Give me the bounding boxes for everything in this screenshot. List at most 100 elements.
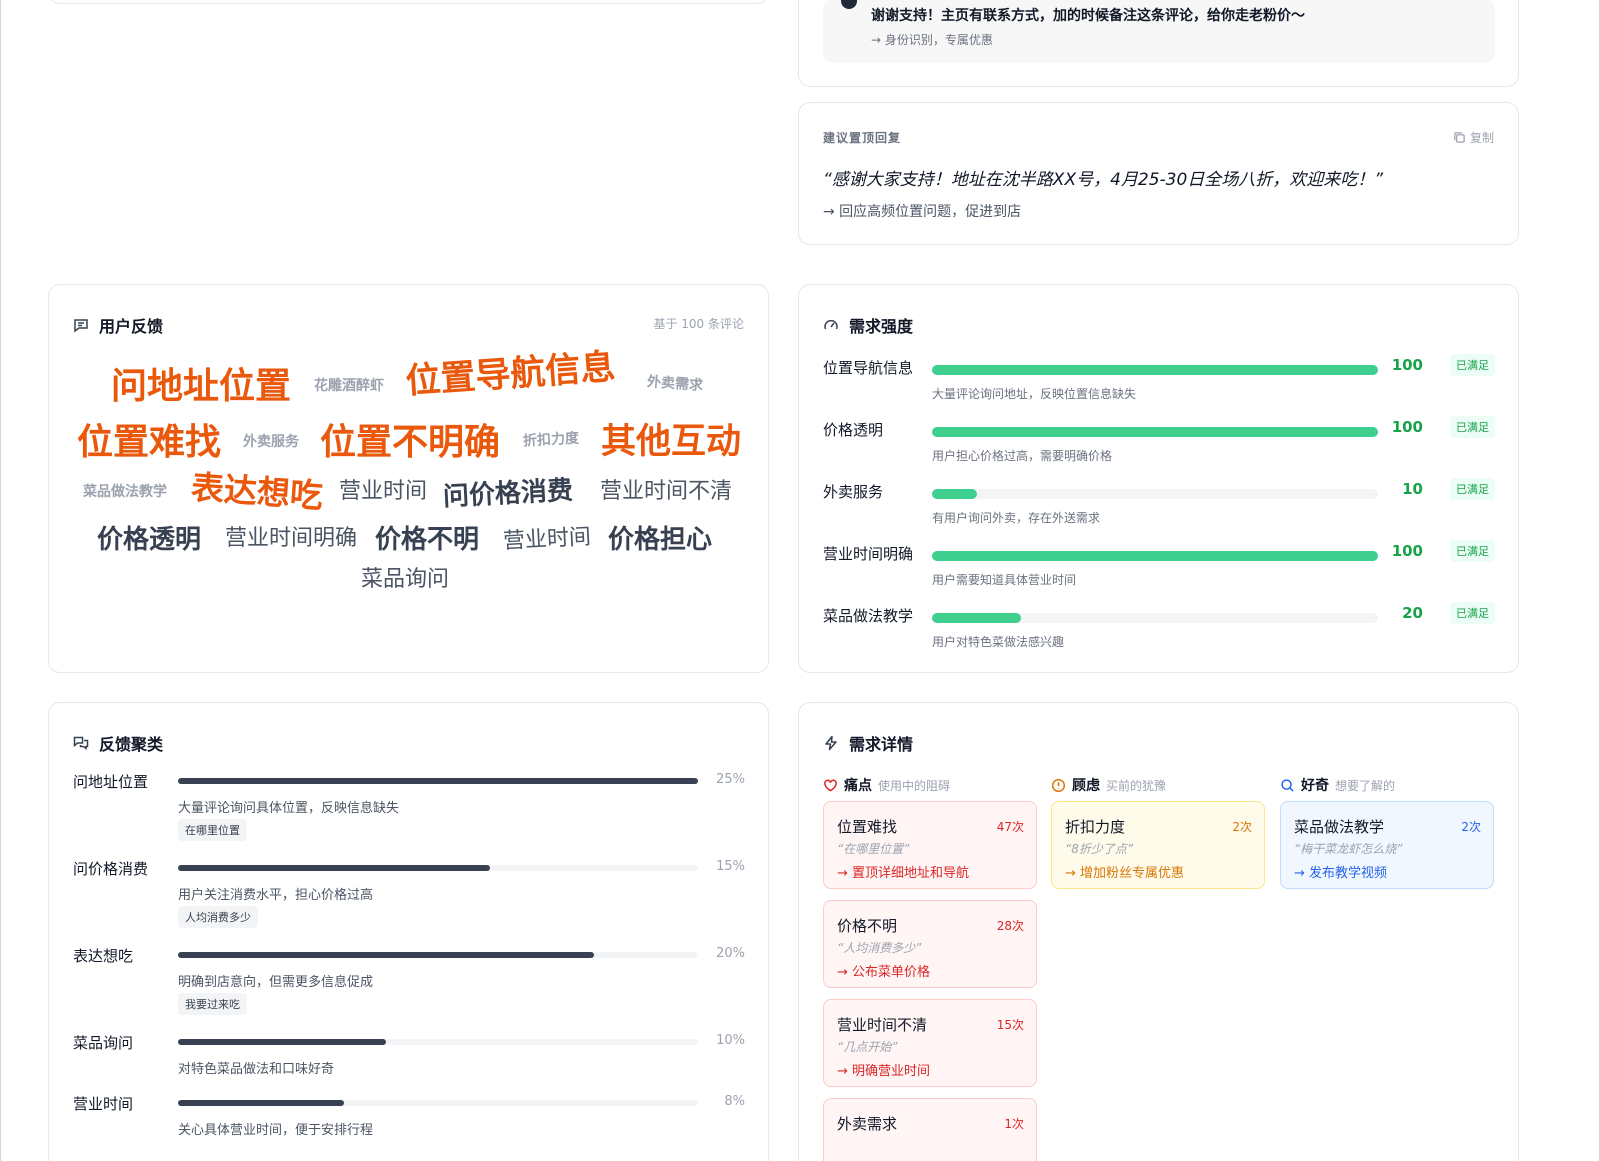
cloud-word[interactable]: 表达想吃 [190, 467, 324, 515]
demand-value: 100 [1391, 542, 1423, 560]
cloud-word[interactable]: 位置不明确 [320, 425, 500, 461]
demand-intensity-title: 需求强度 [849, 317, 914, 336]
cluster-tag[interactable]: 我要过来吃 [178, 993, 247, 1015]
lightning-icon [825, 735, 837, 751]
cluster-percent: 25% [716, 772, 745, 787]
need-title: 折扣力度 [1065, 818, 1126, 836]
cluster-name: 营业时间 [73, 1095, 134, 1113]
cluster-percent: 8% [724, 1094, 745, 1109]
cloud-word[interactable]: 外卖服务 [243, 435, 299, 449]
cloud-word[interactable]: 位置导航信息 [404, 347, 616, 402]
cluster-desc: 关心具体营业时间，便于安排行程 [178, 1123, 374, 1138]
need-count: 15次 [996, 1018, 1024, 1032]
copy-button[interactable]: 复制 [1453, 129, 1494, 146]
demand-name: 价格透明 [823, 421, 884, 439]
status-badge: 已满足 [1450, 416, 1495, 438]
demand-desc: 用户担心价格过高，需要明确价格 [932, 449, 1113, 463]
cloud-word[interactable]: 营业时间 [339, 481, 427, 503]
need-quote: “梅干菜龙虾怎么烧” [1294, 842, 1403, 856]
concerns-header: 顾虑 买前的犹豫 [1051, 775, 1166, 795]
cluster-name: 问地址位置 [73, 773, 149, 791]
demand-bar-fill [932, 489, 977, 499]
pinned-reply-quote: “感谢大家支持！地址在沈半路XX号，4月25-30日全场八折，欢迎来吃！” [823, 170, 1384, 190]
demand-row: 菜品做法教学 20 已满足 用户对特色菜做法感兴趣 [823, 602, 1495, 661]
cluster-name: 问价格消费 [73, 860, 149, 878]
need-card[interactable]: 外卖需求 1次 [823, 1098, 1037, 1161]
cluster-bar-fill [178, 865, 490, 871]
cluster-tag[interactable]: 在哪里位置 [178, 819, 247, 841]
cloud-word[interactable]: 折扣力度 [523, 431, 580, 450]
need-action: → 增加粉丝专属优惠 [1065, 866, 1185, 881]
pain-points-header: 痛点 使用中的阻碍 [823, 775, 950, 795]
top-left-card [48, 0, 769, 4]
need-card[interactable]: 价格不明 28次 “人均消费多少” → 公布菜单价格 [823, 900, 1037, 988]
pinned-reply-label: 建议置顶回复 [823, 131, 902, 145]
cluster-bar-fill [178, 1039, 386, 1045]
feedback-clusters-title: 反馈聚类 [99, 735, 164, 754]
demand-value: 20 [1402, 604, 1423, 622]
demand-intensity-card: 需求强度 位置导航信息 100 已满足 大量评论询问地址，反映位置信息缺失价格透明 10… [798, 284, 1519, 673]
cloud-word[interactable]: 菜品询问 [361, 569, 449, 591]
chat-bubbles-icon [73, 736, 89, 751]
pain-points-sub: 使用中的阻碍 [878, 778, 951, 793]
demand-value: 10 [1402, 480, 1423, 498]
demand-name: 位置导航信息 [823, 359, 914, 377]
need-card[interactable]: 营业时间不清 15次 “几点开始” → 明确营业时间 [823, 999, 1037, 1087]
status-badge: 已满足 [1450, 478, 1495, 500]
feedback-clusters-card: 反馈聚类 问地址位置 25% 大量评论询问具体位置，反映信息缺失在哪里位置问价格消费… [48, 702, 769, 1161]
search-icon [1281, 778, 1294, 792]
demand-bar [932, 613, 1378, 623]
need-card[interactable]: 菜品做法教学 2次 “梅干菜龙虾怎么烧” → 发布教学视频 [1280, 801, 1494, 889]
cloud-word[interactable]: 问地址位置 [111, 369, 291, 405]
demand-value: 100 [1391, 418, 1423, 436]
cluster-percent: 10% [716, 1033, 745, 1048]
cluster-bar-fill [178, 952, 594, 958]
need-title: 位置难找 [837, 818, 898, 836]
cluster-tag[interactable]: 人均消费多少 [178, 906, 258, 928]
reply-text: 谢谢支持！主页有联系方式，加的时候备注这条评论，给你走老粉价～ [871, 8, 1305, 24]
need-card[interactable]: 位置难找 47次 “在哪里位置” → 置顶详细地址和导航 [823, 801, 1037, 889]
cluster-percent: 15% [716, 859, 745, 874]
need-card[interactable]: 折扣力度 2次 “8折少了点” → 增加粉丝专属优惠 [1051, 801, 1265, 889]
copy-icon [1454, 132, 1465, 143]
need-quote: “在哪里位置” [837, 842, 910, 856]
cloud-word[interactable]: 价格担心 [608, 527, 712, 553]
need-count: 1次 [1004, 1117, 1024, 1131]
need-action: → 公布菜单价格 [837, 965, 931, 980]
demand-name: 菜品做法教学 [823, 607, 914, 625]
cluster-percent: 20% [716, 946, 745, 961]
cloud-word[interactable]: 花雕酒醉虾 [314, 379, 384, 393]
need-title: 价格不明 [837, 917, 898, 935]
demand-desc: 有用户询问外卖，存在外送需求 [932, 511, 1101, 525]
gauge-icon [824, 319, 838, 330]
cloud-word[interactable]: 价格透明 [97, 527, 201, 553]
need-title: 外卖需求 [837, 1115, 898, 1133]
cloud-word[interactable]: 位置难找 [77, 425, 221, 461]
cloud-word[interactable]: 价格不明 [375, 527, 479, 553]
cloud-word[interactable]: 外卖需求 [647, 374, 704, 394]
demand-bar [932, 365, 1378, 375]
cloud-word[interactable]: 营业时间明确 [225, 528, 357, 550]
cloud-word[interactable]: 问价格消费 [442, 476, 573, 513]
cluster-desc: 大量评论询问具体位置，反映信息缺失 [178, 801, 400, 816]
cluster-bar-fill [178, 1100, 345, 1106]
user-feedback-title: 用户反馈 [99, 317, 164, 336]
pinned-reply-note: → 回应高频位置问题，促进到店 [823, 204, 1022, 220]
demand-desc: 大量评论询问地址，反映位置信息缺失 [932, 387, 1137, 401]
curiosity-name: 好奇 [1301, 778, 1329, 794]
reply-note: → 身份识别，专属优惠 [871, 33, 993, 47]
cloud-word[interactable]: 其他互动 [601, 425, 741, 460]
need-quote: “8折少了点” [1065, 842, 1134, 856]
cloud-word[interactable]: 营业时间不清 [600, 481, 732, 503]
needs-detail-title: 需求详情 [849, 735, 914, 754]
demand-name: 外卖服务 [823, 483, 884, 501]
cloud-word[interactable]: 营业时间 [502, 525, 591, 555]
demand-bar-fill [932, 613, 1022, 623]
window-edge-left [0, 0, 1, 1161]
cluster-name: 表达想吃 [73, 947, 134, 965]
need-count: 47次 [996, 820, 1024, 834]
reply-suggestion-card: 谢谢支持！主页有联系方式，加的时候备注这条评论，给你走老粉价～ → 身份识别，专… [798, 0, 1519, 87]
cluster-desc: 对特色菜品做法和口味好奇 [178, 1062, 335, 1077]
demand-row: 营业时间明确 100 已满足 用户需要知道具体营业时间 [823, 540, 1495, 599]
cloud-word[interactable]: 菜品做法教学 [83, 485, 167, 499]
